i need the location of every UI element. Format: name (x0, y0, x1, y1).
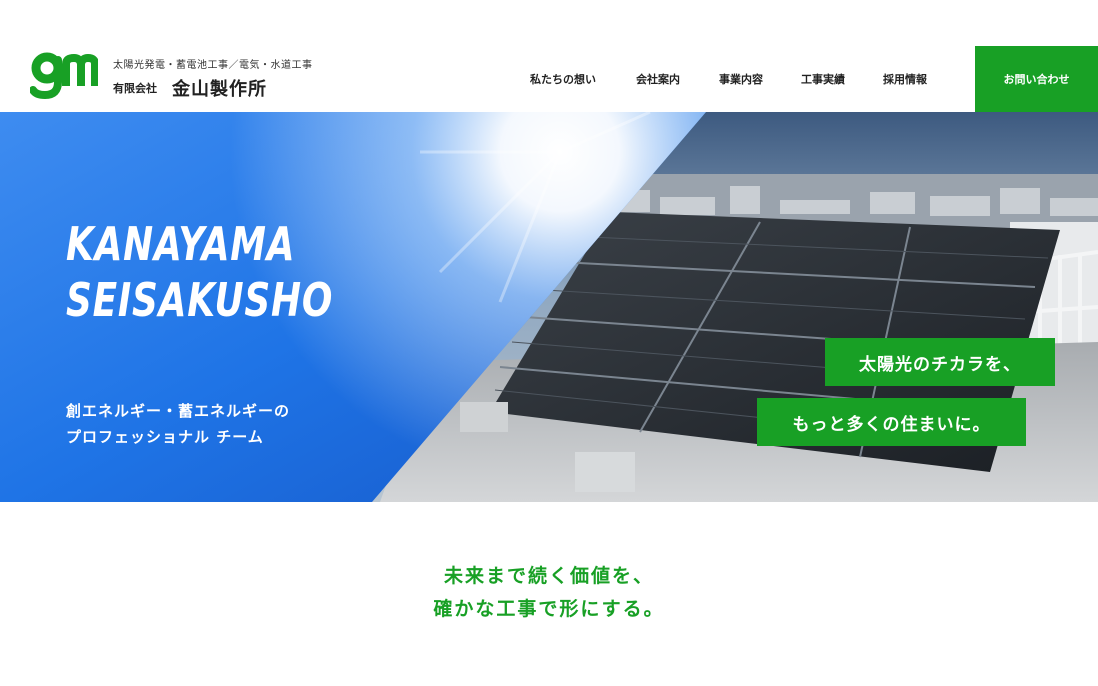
hero-subtitle-line2: プロフェッショナル チーム (66, 428, 264, 446)
hero-title-line1: KANAYAMA (66, 217, 296, 271)
hero-catchphrase-1: 太陽光のチカラを、 (825, 338, 1055, 386)
hero-catchphrase-2: もっと多くの住まいに。 (757, 398, 1026, 446)
hero-subtitle: 創エネルギー・蓄エネルギーの プロフェッショナル チーム (66, 398, 290, 450)
hero-title-line2: SEISAKUSHO (66, 273, 334, 327)
site-header: 太陽光発電・蓄電池工事／電気・水道工事 有限会社 金山製作所 私たちの想い 会社… (0, 0, 1098, 112)
company-type: 有限会社 (113, 82, 157, 95)
nav-item-services[interactable]: 事業内容 (719, 71, 763, 87)
nav-item-works[interactable]: 工事実績 (801, 71, 845, 87)
contact-button[interactable]: お問い合わせ (975, 46, 1098, 112)
hero-subtitle-line1: 創エネルギー・蓄エネルギーの (66, 402, 291, 420)
company-logo[interactable] (30, 50, 98, 100)
nav-item-company[interactable]: 会社案内 (636, 71, 680, 87)
intro-line-2: 確かな工事で形にする。 (433, 598, 665, 620)
intro-section: 未来まで続く価値を、 確かな工事で形にする。 (0, 560, 1098, 626)
intro-line-1: 未来まで続く価値を、 (443, 565, 654, 587)
hero-section: KANAYAMA SEISAKUSHO 創エネルギー・蓄エネルギーの プロフェッ… (0, 112, 1098, 502)
hero-title: KANAYAMA SEISAKUSHO (66, 216, 333, 328)
nav-item-philosophy[interactable]: 私たちの想い (530, 71, 596, 87)
company-tagline: 太陽光発電・蓄電池工事／電気・水道工事 (113, 60, 313, 71)
nav-item-recruit[interactable]: 採用情報 (883, 71, 927, 87)
company-name[interactable]: 金山製作所 (172, 75, 267, 101)
